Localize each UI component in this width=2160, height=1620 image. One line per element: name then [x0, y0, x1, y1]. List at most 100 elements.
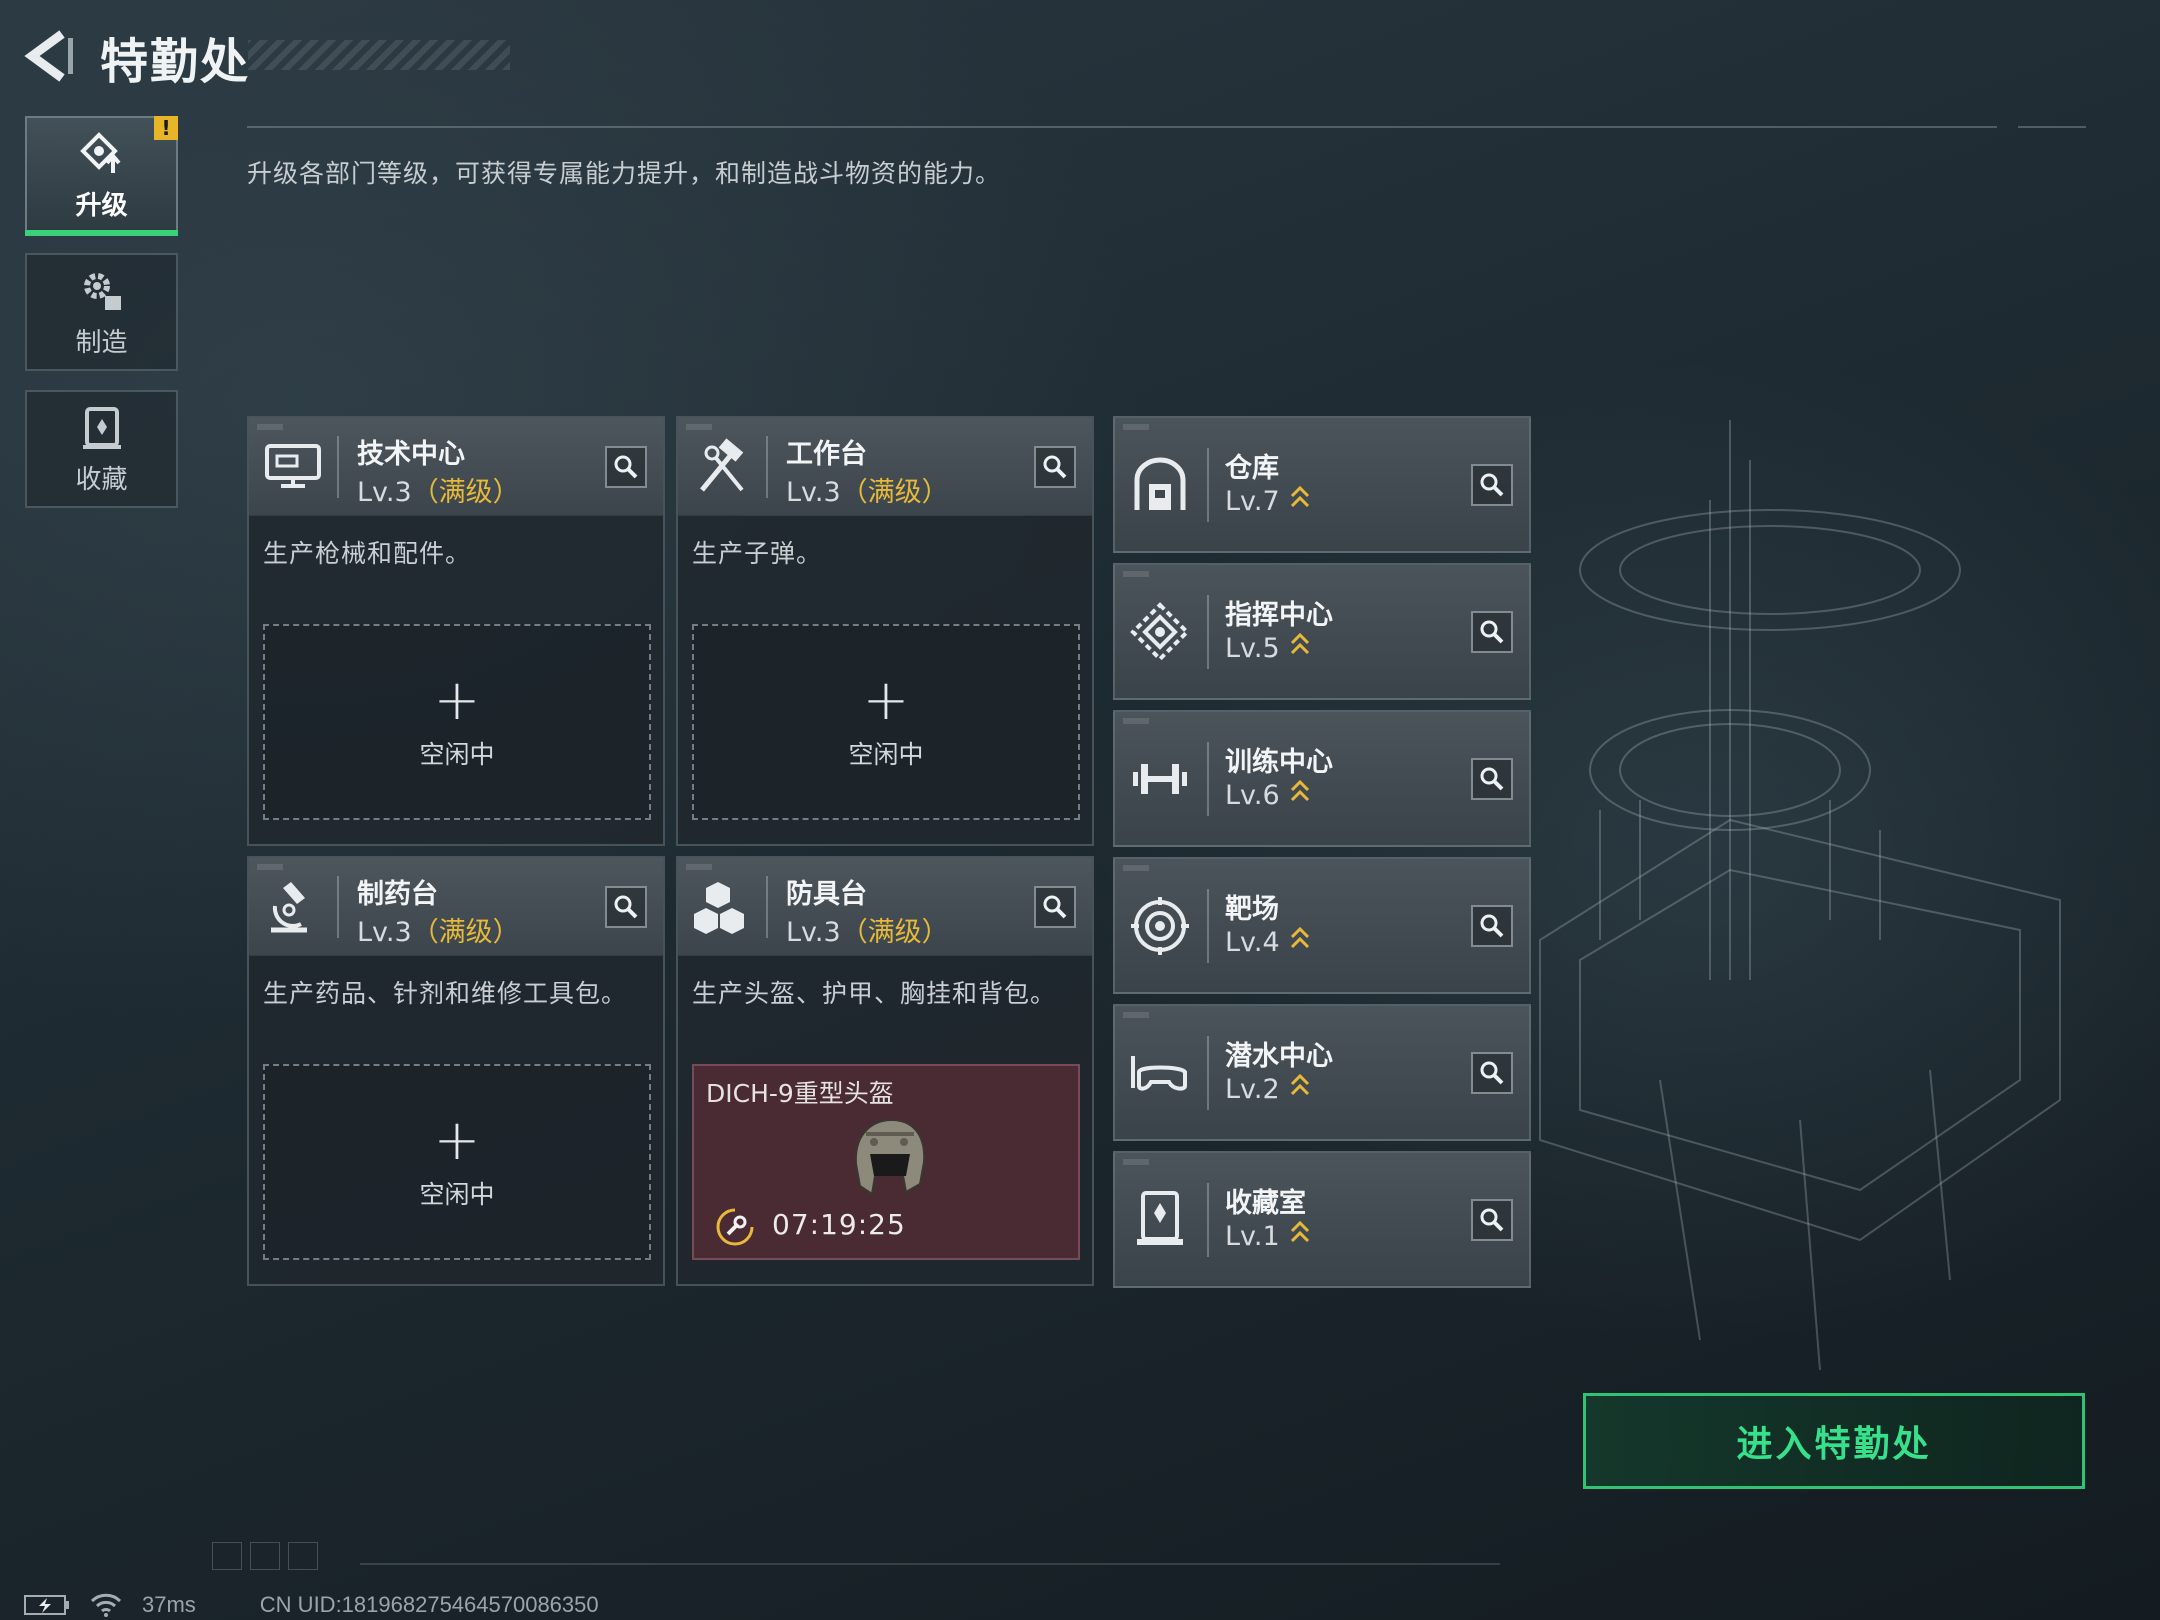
back-arrow-icon[interactable]: [22, 28, 74, 84]
facility-command-center[interactable]: 指挥中心 Lv.5: [1113, 563, 1531, 700]
search-button[interactable]: [1471, 611, 1513, 653]
magnifier-icon: [1480, 1208, 1504, 1232]
dept-level: Lv.3（满级）: [786, 477, 949, 508]
divider: [2018, 126, 2086, 128]
diving-mask-icon: [1131, 1056, 1187, 1091]
magnifier-icon: [1480, 620, 1504, 644]
dept-card-workbench[interactable]: 工作台 Lv.3（满级） 生产子弹。 + 空闲中: [676, 416, 1094, 846]
crafting-timer: 07:19:25: [772, 1208, 906, 1241]
crafting-item-name: DICH-9重型头盔: [706, 1079, 894, 1108]
search-button[interactable]: [1034, 886, 1076, 928]
search-button[interactable]: [1471, 464, 1513, 506]
card-header: 制药台 Lv.3（满级）: [249, 858, 663, 956]
upgrade-available-icon: [1290, 926, 1309, 949]
idle-slot[interactable]: + 空闲中: [263, 1064, 651, 1260]
magnifier-icon: [1043, 895, 1067, 919]
facility-level: Lv.5: [1225, 631, 1310, 664]
helmet-icon: [854, 1118, 926, 1196]
command-icon: [1130, 602, 1190, 662]
wifi-icon: [90, 1593, 122, 1617]
title-decoration: [248, 40, 510, 70]
maxed-label: （满级）: [411, 477, 520, 508]
wrench-timer-icon: [716, 1208, 754, 1246]
dept-card-tech-center[interactable]: 技术中心 Lv.3（满级） 生产枪械和配件。 + 空闲中: [247, 416, 665, 846]
dept-description: 生产头盔、护甲、胸挂和背包。: [692, 979, 1057, 1008]
gears-icon: [83, 272, 121, 310]
page-title: 特勤处: [100, 34, 251, 90]
dept-description: 生产药品、针剂和维修工具包。: [263, 979, 628, 1008]
alert-badge: !: [154, 116, 178, 140]
facility-name: 收藏室: [1225, 1188, 1306, 1219]
plus-icon: +: [433, 1108, 481, 1173]
search-button[interactable]: [1471, 905, 1513, 947]
idle-slot[interactable]: + 空闲中: [692, 624, 1080, 820]
maxed-label: （满级）: [411, 917, 520, 948]
dept-name: 工作台: [786, 439, 867, 470]
upgrade-available-icon: [1290, 1073, 1309, 1096]
idle-label: 空闲中: [848, 740, 924, 769]
divider: [247, 126, 1997, 128]
magnifier-icon: [1480, 1061, 1504, 1085]
tab-upgrade-label: 升级: [75, 190, 128, 221]
facility-name: 训练中心: [1225, 747, 1333, 778]
search-button[interactable]: [605, 446, 647, 488]
collection-icon: [82, 406, 121, 449]
upgrade-available-icon: [1290, 632, 1309, 655]
facility-collection-room[interactable]: 收藏室 Lv.1: [1113, 1151, 1531, 1288]
page-description: 升级各部门等级，可获得专属能力提升，和制造战斗物资的能力。: [247, 159, 1002, 188]
dept-description: 生产子弹。: [692, 539, 823, 568]
computer-icon: [265, 444, 321, 488]
facility-shooting-range[interactable]: 靶场 Lv.4: [1113, 857, 1531, 994]
corner-decoration: [212, 1542, 318, 1570]
enter-special-ops-button[interactable]: 进入特勤处: [1583, 1393, 2085, 1489]
upgrade-available-icon: [1290, 485, 1309, 508]
magnifier-icon: [1043, 455, 1067, 479]
dept-level: Lv.3（满级）: [357, 917, 520, 948]
facility-warehouse[interactable]: 仓库 Lv.7: [1113, 416, 1531, 553]
magnifier-icon: [1480, 473, 1504, 497]
facility-training-center[interactable]: 训练中心 Lv.6: [1113, 710, 1531, 847]
idle-label: 空闲中: [419, 1180, 495, 1209]
armor-blocks-icon: [694, 882, 744, 934]
microscope-icon: [271, 882, 307, 933]
uid-readout: CN UID:181968275464570086350: [259, 1592, 599, 1617]
search-button[interactable]: [1471, 1199, 1513, 1241]
collection-room-icon: [1137, 1191, 1183, 1245]
idle-label: 空闲中: [419, 740, 495, 769]
card-header: 防具台 Lv.3（满级）: [678, 858, 1092, 956]
facility-level: Lv.7: [1225, 484, 1310, 517]
tab-craft-label: 制造: [75, 327, 128, 358]
tab-upgrade[interactable]: 升级 !: [25, 116, 178, 236]
dept-name: 制药台: [357, 879, 438, 910]
tab-collection[interactable]: 收藏: [25, 390, 178, 508]
facility-name: 指挥中心: [1225, 600, 1333, 631]
dept-card-pharmacy[interactable]: 制药台 Lv.3（满级） 生产药品、针剂和维修工具包。 + 空闲中: [247, 856, 665, 1286]
divider: [360, 1563, 1500, 1565]
dept-level: Lv.3（满级）: [357, 477, 520, 508]
dumbbell-icon: [1133, 764, 1187, 794]
facility-level: Lv.4: [1225, 925, 1310, 958]
search-button[interactable]: [1471, 758, 1513, 800]
card-header: 技术中心 Lv.3（满级）: [249, 418, 663, 516]
magnifier-icon: [1480, 914, 1504, 938]
tab-collection-label: 收藏: [75, 464, 128, 495]
dept-level: Lv.3（满级）: [786, 917, 949, 948]
tab-craft[interactable]: 制造: [25, 253, 178, 371]
search-button[interactable]: [1034, 446, 1076, 488]
magnifier-icon: [614, 895, 638, 919]
maxed-label: （满级）: [840, 917, 949, 948]
facility-diving-center[interactable]: 潜水中心 Lv.2: [1113, 1004, 1531, 1141]
search-button[interactable]: [605, 886, 647, 928]
crafting-slot[interactable]: DICH-9重型头盔 07:19:25: [692, 1064, 1080, 1260]
search-button[interactable]: [1471, 1052, 1513, 1094]
idle-slot[interactable]: + 空闲中: [263, 624, 651, 820]
enter-button-label: 进入特勤处: [1736, 1424, 1932, 1465]
magnifier-icon: [1480, 767, 1504, 791]
battery-charging-icon: [24, 1595, 69, 1615]
facility-level: Lv.1: [1225, 1219, 1310, 1252]
facility-name: 仓库: [1225, 453, 1279, 484]
facility-name: 潜水中心: [1225, 1041, 1333, 1072]
magnifier-icon: [614, 455, 638, 479]
status-bar: 37ms CN UID:181968275464570086350: [24, 1590, 599, 1620]
dept-card-armor[interactable]: 防具台 Lv.3（满级） 生产头盔、护甲、胸挂和背包。 DICH-9重型头盔 0…: [676, 856, 1094, 1286]
